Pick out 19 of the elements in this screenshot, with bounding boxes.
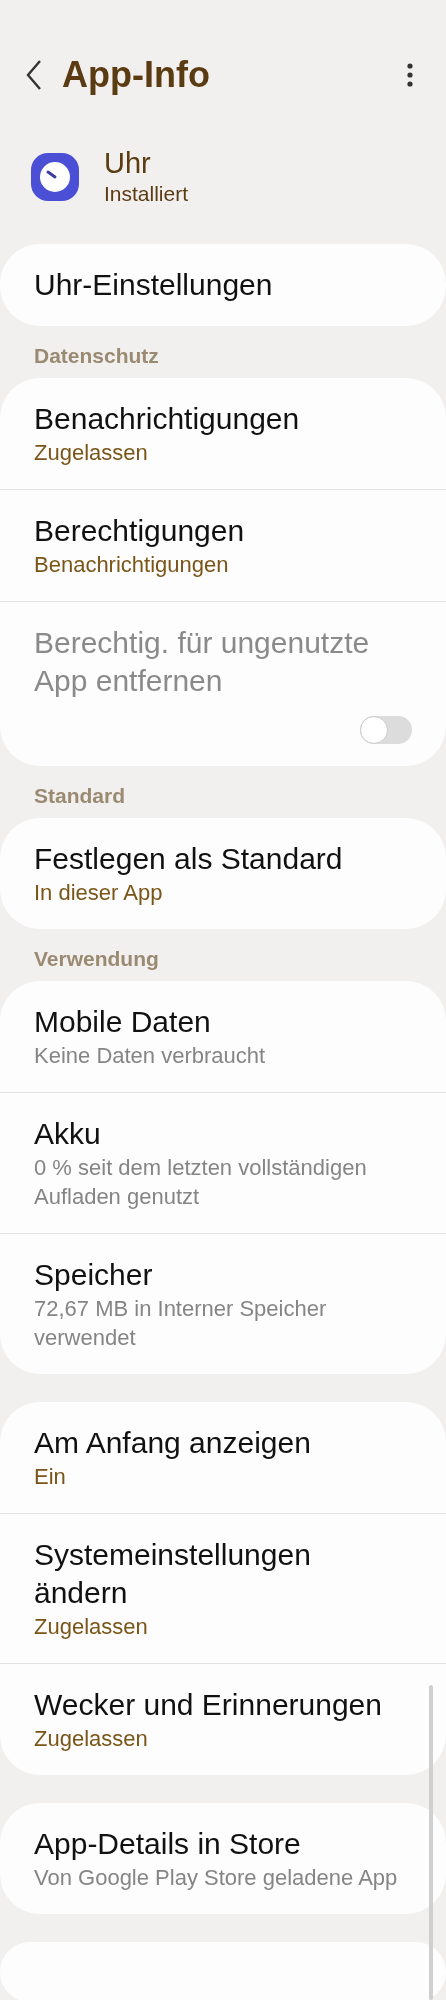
settings-item[interactable]: Systemeinstellungen ändern Zugelassen: [0, 1513, 446, 1663]
app-status: Installiert: [104, 181, 189, 207]
page-title: App-Info: [62, 53, 211, 97]
section-label: Datenschutz: [33, 343, 160, 369]
clock-icon: [30, 152, 80, 202]
settings-item: Berechtig. für ungenutzte App entfernen: [0, 601, 446, 766]
settings-item[interactable]: Speicher 72,67 MB in Interner Speicher verwendet: [0, 1233, 446, 1374]
settings-item[interactable]: Uhr-Einstellungen: [0, 244, 446, 326]
section-label: Standard: [33, 783, 126, 809]
app-name: Uhr: [104, 146, 152, 180]
settings-item[interactable]: Festlegen als Standard In dieser App: [0, 818, 446, 929]
settings-item[interactable]: Mobile Daten Keine Daten verbraucht: [0, 981, 446, 1092]
settings-item[interactable]: App-Details in Store Von Google Play Store geladene App: [0, 1803, 446, 1914]
settings-item[interactable]: Am Anfang anzeigen Ein: [0, 1402, 446, 1513]
settings-item[interactable]: Akku 0 % seit dem letzten vollständigen Aufladen genutzt: [0, 1092, 446, 1233]
more-options-icon[interactable]: [406, 62, 414, 88]
settings-item[interactable]: Berechtigungen Benachrichtigungen: [0, 489, 446, 601]
settings-item[interactable]: Benachrichtigungen Zugelassen: [0, 378, 446, 489]
section-label: Verwendung: [33, 946, 160, 972]
